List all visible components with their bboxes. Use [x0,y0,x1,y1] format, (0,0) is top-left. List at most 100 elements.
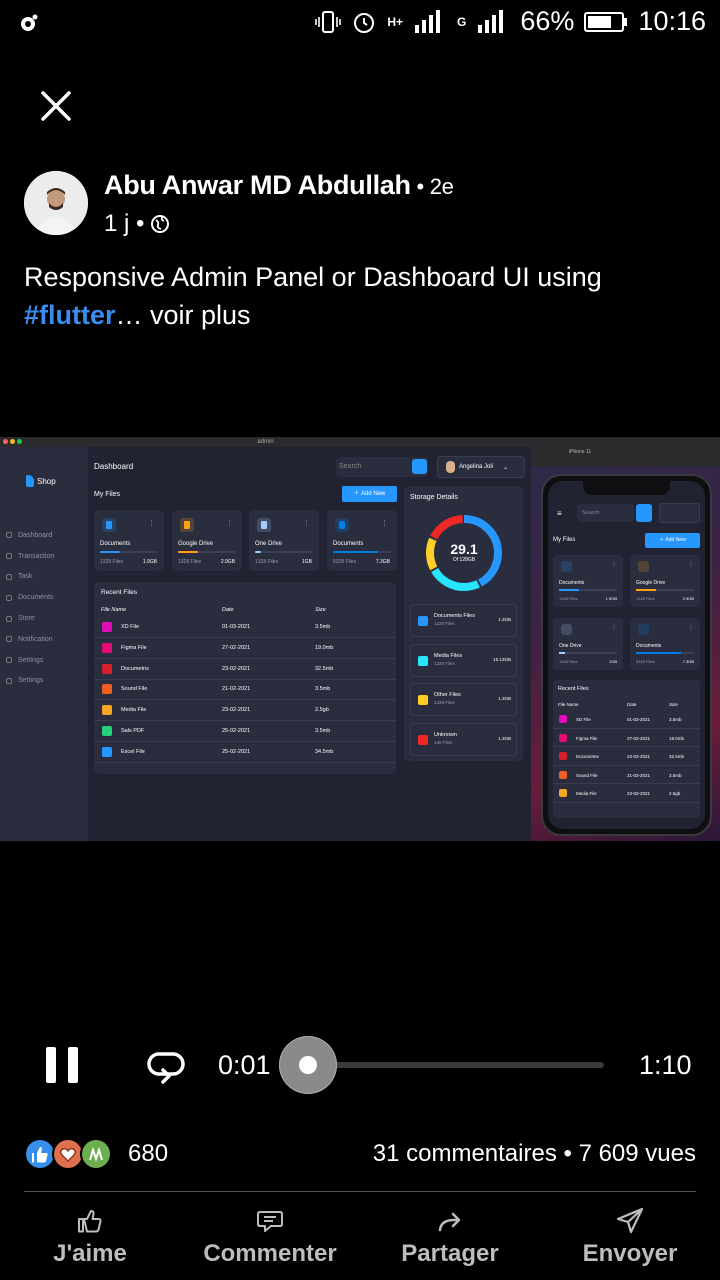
card-file-count: 1328 Files [255,559,279,565]
card-progress-fill [559,589,580,591]
card-progress-fill [100,551,121,553]
seek-handle[interactable] [279,1036,337,1094]
storage-item-count: 1328 Files [434,621,455,626]
card-progress [178,551,236,553]
recent-files-panel: Recent Files File Name Date Size XD File… [94,582,396,774]
folder-icon [335,518,349,532]
card-progress [559,652,617,654]
pause-button[interactable] [46,1047,78,1083]
table-row: Documetns 23-02-2021 32.5mb [94,659,396,680]
close-icon[interactable] [34,84,78,128]
comments-views[interactable]: 31 commentaires • 7 609 vues [373,1140,696,1168]
file-date: 23-02-2021 [627,791,651,796]
file-date: 27-02-2021 [222,644,251,651]
sidebar-item-icon [6,532,12,539]
sidebar-item: Transaction [6,546,54,567]
storage-item-size: 1.3GB [498,617,511,622]
storage-card: ⋮ Documents 5328 Files 7.3GB [327,510,397,571]
sidebar-item-label: Settings [18,677,44,685]
chevron-down-icon: ⌄ [503,464,509,471]
video-player[interactable]: admin Shop Dashboard Transaction Task Docum… [0,437,720,841]
phone-table-row: Figma File 27-02-2021 19.0mb [553,729,700,747]
card-name: Documents [333,541,364,547]
file-date: 01-03-2021 [222,624,251,630]
sidebar-item: Task [6,567,54,588]
sidebar-item: Dashboard [6,525,54,546]
see-more-link[interactable]: … voir plus [116,300,251,330]
phone-table-row: Media File 23-02-2021 2.5gb [553,784,700,803]
file-type-icon [102,684,112,695]
menu-icon: ≡ [557,509,562,518]
phone-add-new-button: ＋ Add New [645,533,700,548]
storage-item-name: Documents Files [434,613,475,619]
phone-storage-card: ⋮ One Drive 1328 Files 1GB [553,618,623,670]
logo-text: Shop [37,476,56,486]
phone-col-size: Size [669,702,678,707]
author-name[interactable]: Abu Anwar MD Abdullah [104,170,411,200]
phone-search-button-icon [636,504,652,522]
post-caption[interactable]: Responsive Admin Panel or Dashboard UI u… [24,258,704,334]
like-button[interactable]: J'aime [10,1200,170,1268]
table-row: Sals PDF 25-02-2021 3.5mb [94,721,396,742]
share-icon [438,1212,461,1232]
send-button[interactable]: Envoyer [550,1200,710,1268]
file-type-icon [102,726,112,736]
author-line: Abu Anwar MD Abdullah • 2e [104,170,454,201]
file-name: Excel File [121,748,145,755]
more-icon: ⋮ [226,520,233,527]
phone-my-files-heading: My Files [553,537,576,543]
hashtag-link[interactable]: #flutter [24,300,116,330]
reaction-count[interactable]: 680 [128,1140,168,1168]
file-type-icon [102,642,112,653]
file-name: Figma File [576,735,598,741]
battery-icon [584,11,628,32]
phone-storage-card: ⋮ Google Drive 1328 Files 2.9GB [630,555,700,607]
file-name: XD File [121,624,140,630]
comment-button[interactable]: Commenter [190,1200,350,1268]
signal-1-icon [415,9,441,33]
storage-item-count: 1328 Files [434,660,455,666]
sidebar-item-label: Store [18,615,35,623]
file-size: 19.0mb [315,644,334,651]
add-new-button: ＋ Add New [342,486,397,502]
sidebar-item-label: Settings [18,656,44,664]
post-age: 1 j • [104,210,145,237]
file-type-icon [102,746,112,757]
card-file-count: 5328 Files [333,559,357,565]
file-date: 25-02-2021 [222,748,251,755]
network-2-type: G [457,14,467,29]
phone-storage-card: ⋮ Documents 1328 Files 1.9GB [553,555,623,607]
file-name: Documetns [121,665,149,672]
post-meta: 1 j • [104,210,170,238]
storage-item-icon [418,695,428,705]
phone-table-row: XD File 01-03-2021 3.5mb [553,710,700,729]
seek-bar[interactable] [300,1062,604,1068]
storage-item-name: Unknown [434,731,457,738]
card-name: One Drive [255,541,283,547]
file-type-icon [102,663,112,674]
storage-item: Unknown 140 Files 1.3GB [410,722,517,756]
connection-degree: • 2e [410,174,454,199]
reaction-icons[interactable] [24,1138,112,1170]
storage-item-count: 1328 Files [434,700,455,705]
table-row: Figma File 27-02-2021 19.0mb [94,638,396,659]
comment-label: Commenter [203,1240,337,1267]
more-icon: ⋮ [688,625,694,631]
file-type-icon [102,622,112,632]
storage-item-size: 15.13GB [493,656,511,662]
replay-icon[interactable] [143,1044,187,1088]
recent-files-title: Recent Files [101,589,138,596]
folder-icon [257,518,271,532]
card-file-count: 1328 Files [178,559,202,565]
divider [24,1191,696,1192]
card-size: 2.9GB [220,559,235,565]
like-label: J'aime [53,1240,127,1267]
window-controls [3,439,22,444]
file-date: 01-03-2021 [627,717,651,722]
phone-col-date: Date [627,702,637,707]
table-row: Media File 23-02-2021 2.5gb [94,700,396,722]
card-size: 1GB [608,659,617,664]
file-size: 3.5mb [669,717,682,722]
share-button[interactable]: Partager [370,1200,530,1268]
author-avatar[interactable] [24,171,88,235]
